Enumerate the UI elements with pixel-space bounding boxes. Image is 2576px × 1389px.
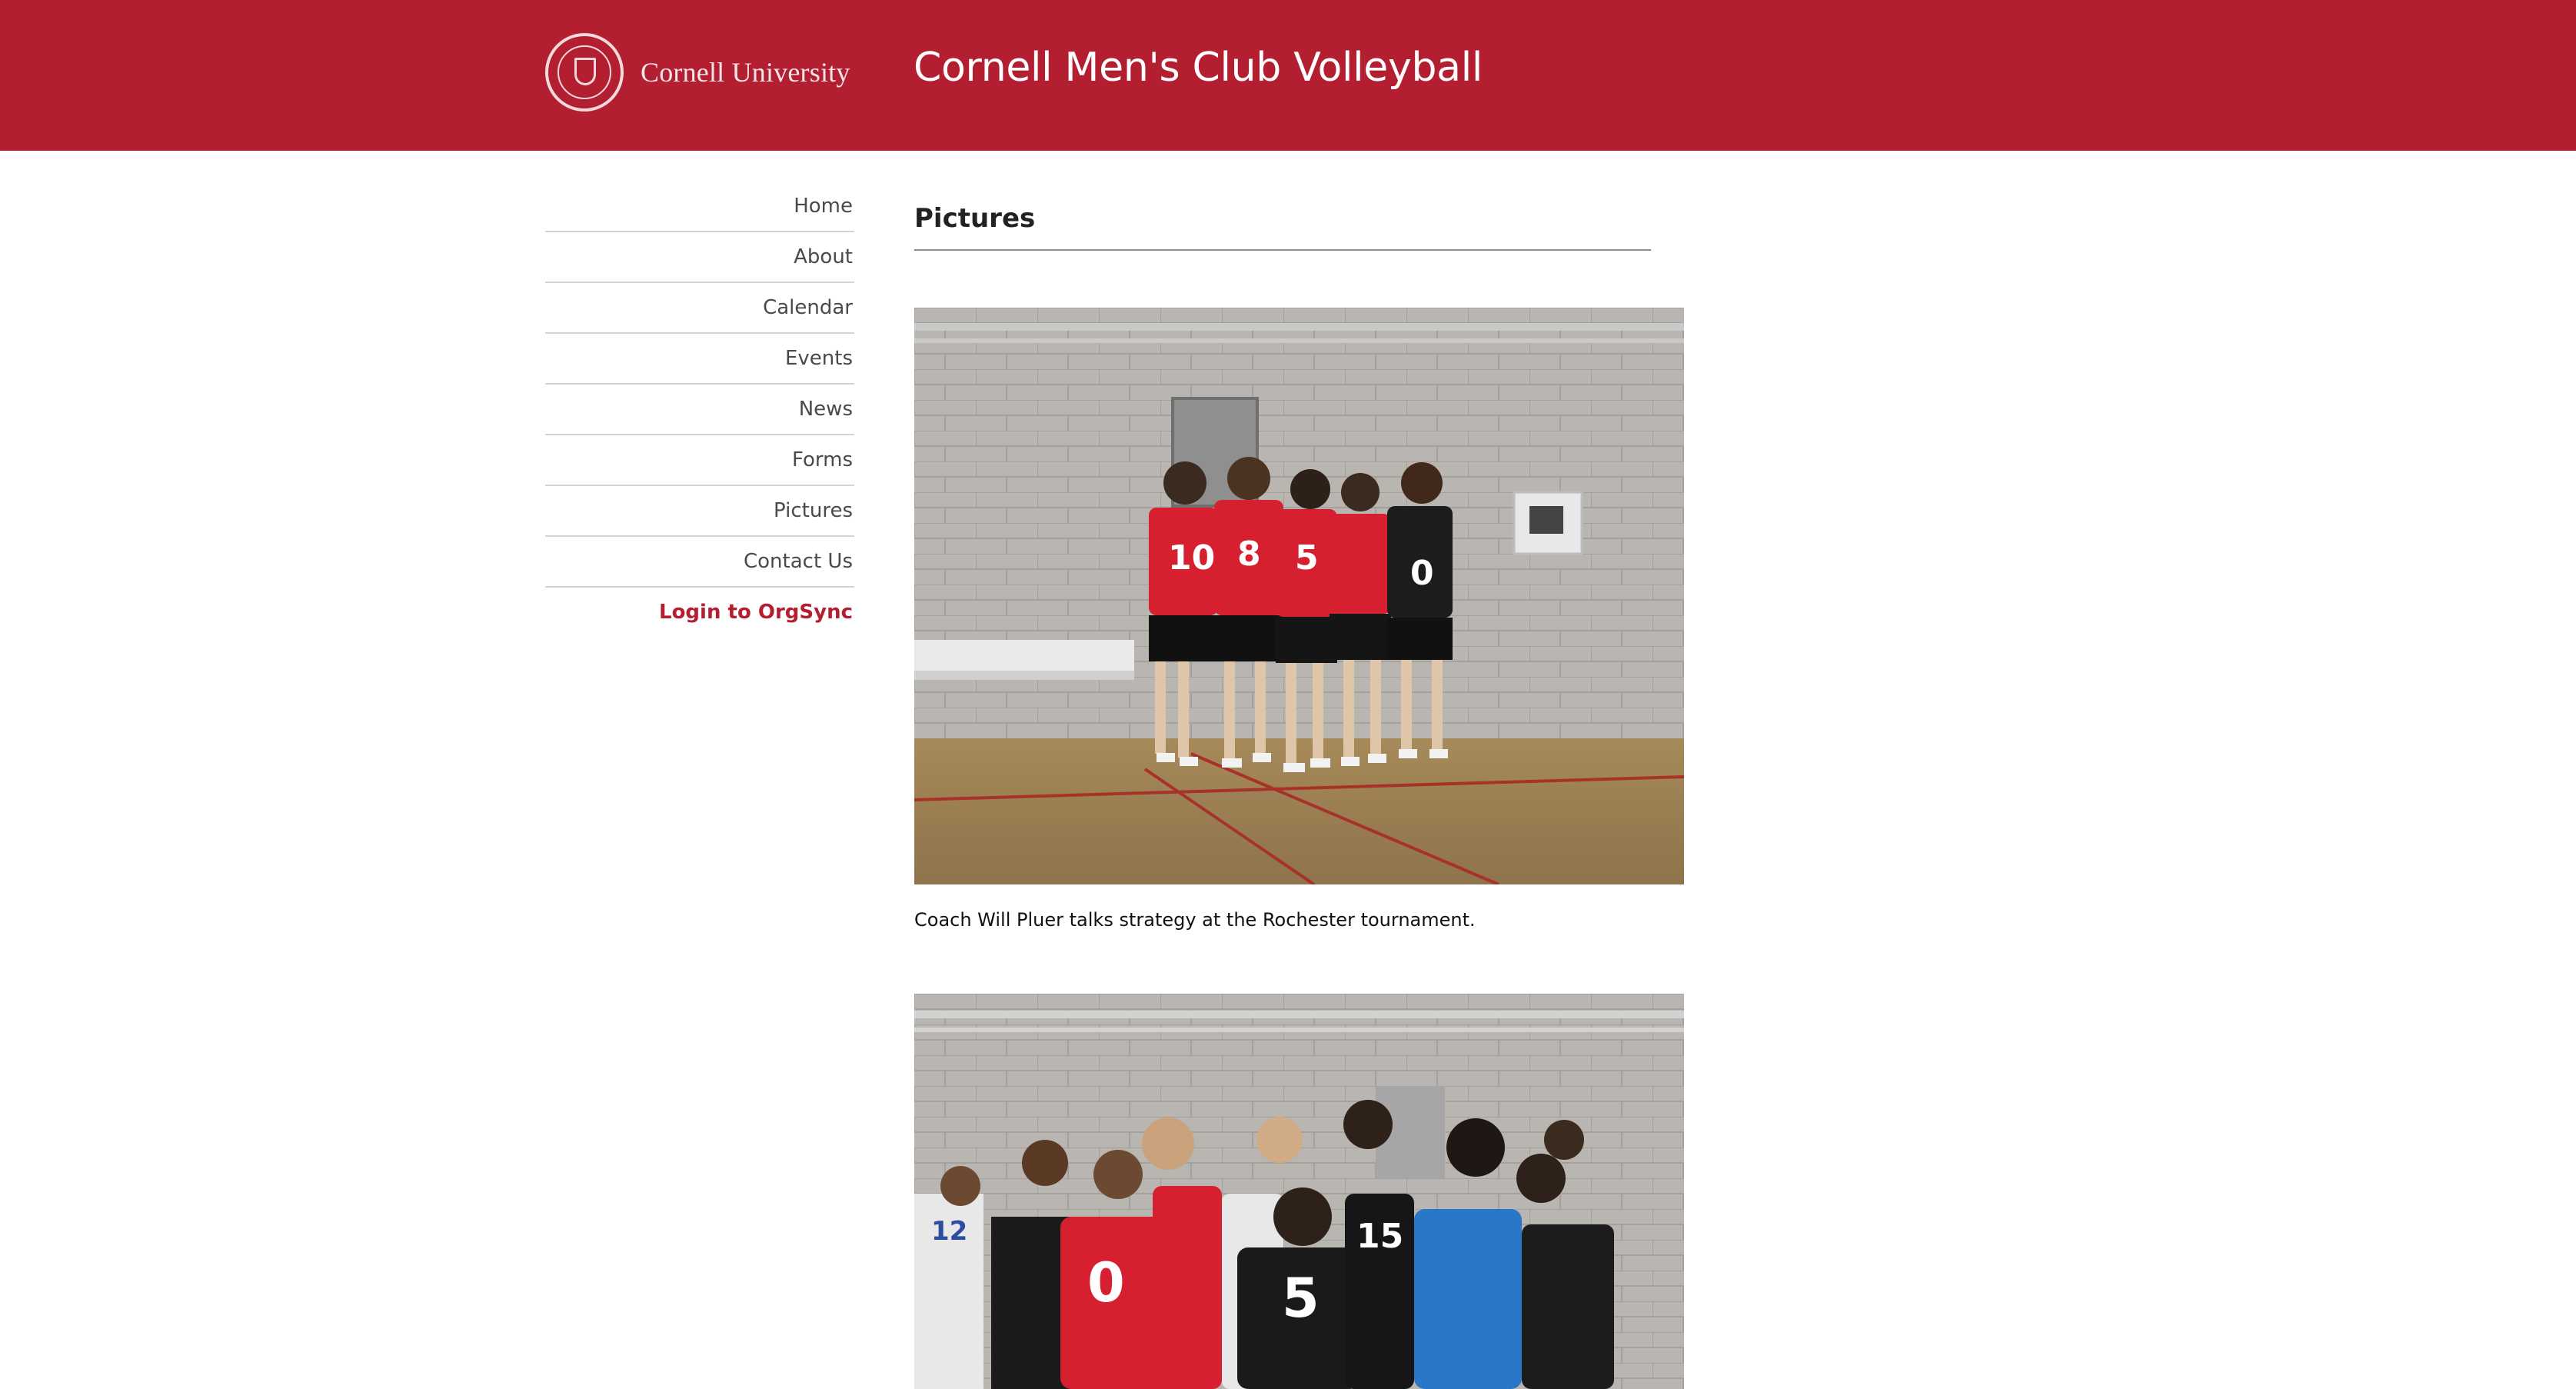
team-huddle-image: 10 8 5 0 xyxy=(914,308,1684,884)
team-gathering-photo: 0 5 15 12 xyxy=(914,994,1684,1389)
jersey-number: 5 xyxy=(1295,538,1319,578)
nav-item-news[interactable]: News xyxy=(545,385,854,435)
jersey-number: 15 xyxy=(1356,1217,1403,1256)
cornell-logo-link[interactable]: Cornell University xyxy=(545,32,854,112)
jersey-number: 5 xyxy=(1282,1267,1320,1330)
nav-item-pictures[interactable]: Pictures xyxy=(545,486,854,537)
sidebar-nav: Home About Calendar Events News Forms Pi… xyxy=(545,182,854,637)
jersey-number: 0 xyxy=(1410,554,1434,593)
team-huddle-photo: 10 8 5 0 xyxy=(914,308,1684,884)
nav-item-events[interactable]: Events xyxy=(545,334,854,385)
page: Cornell University Cornell Men's Club Vo… xyxy=(0,0,2576,1389)
jersey-number: 8 xyxy=(1237,535,1261,574)
login-orgsync-link[interactable]: Login to OrgSync xyxy=(545,588,854,637)
nav-item-about[interactable]: About xyxy=(545,232,854,283)
nav-item-forms[interactable]: Forms xyxy=(545,435,854,486)
nav-item-contact-us[interactable]: Contact Us xyxy=(545,537,854,588)
site-title[interactable]: Cornell Men's Club Volleyball xyxy=(914,45,1483,91)
jersey-number: 0 xyxy=(1087,1251,1125,1314)
site-header: Cornell University Cornell Men's Club Vo… xyxy=(0,0,2576,151)
page-title: Pictures xyxy=(914,203,1651,251)
main-content: Pictures xyxy=(914,203,1683,251)
cornell-seal-icon xyxy=(545,33,624,112)
team-gathering-image: 0 5 15 12 xyxy=(914,994,1684,1389)
jersey-number: 12 xyxy=(931,1216,967,1247)
nav-item-home[interactable]: Home xyxy=(545,182,854,232)
photo-caption: Coach Will Pluer talks strategy at the R… xyxy=(914,909,1476,931)
nav-item-calendar[interactable]: Calendar xyxy=(545,283,854,334)
university-name: Cornell University xyxy=(641,57,850,88)
jersey-number: 10 xyxy=(1168,538,1215,578)
